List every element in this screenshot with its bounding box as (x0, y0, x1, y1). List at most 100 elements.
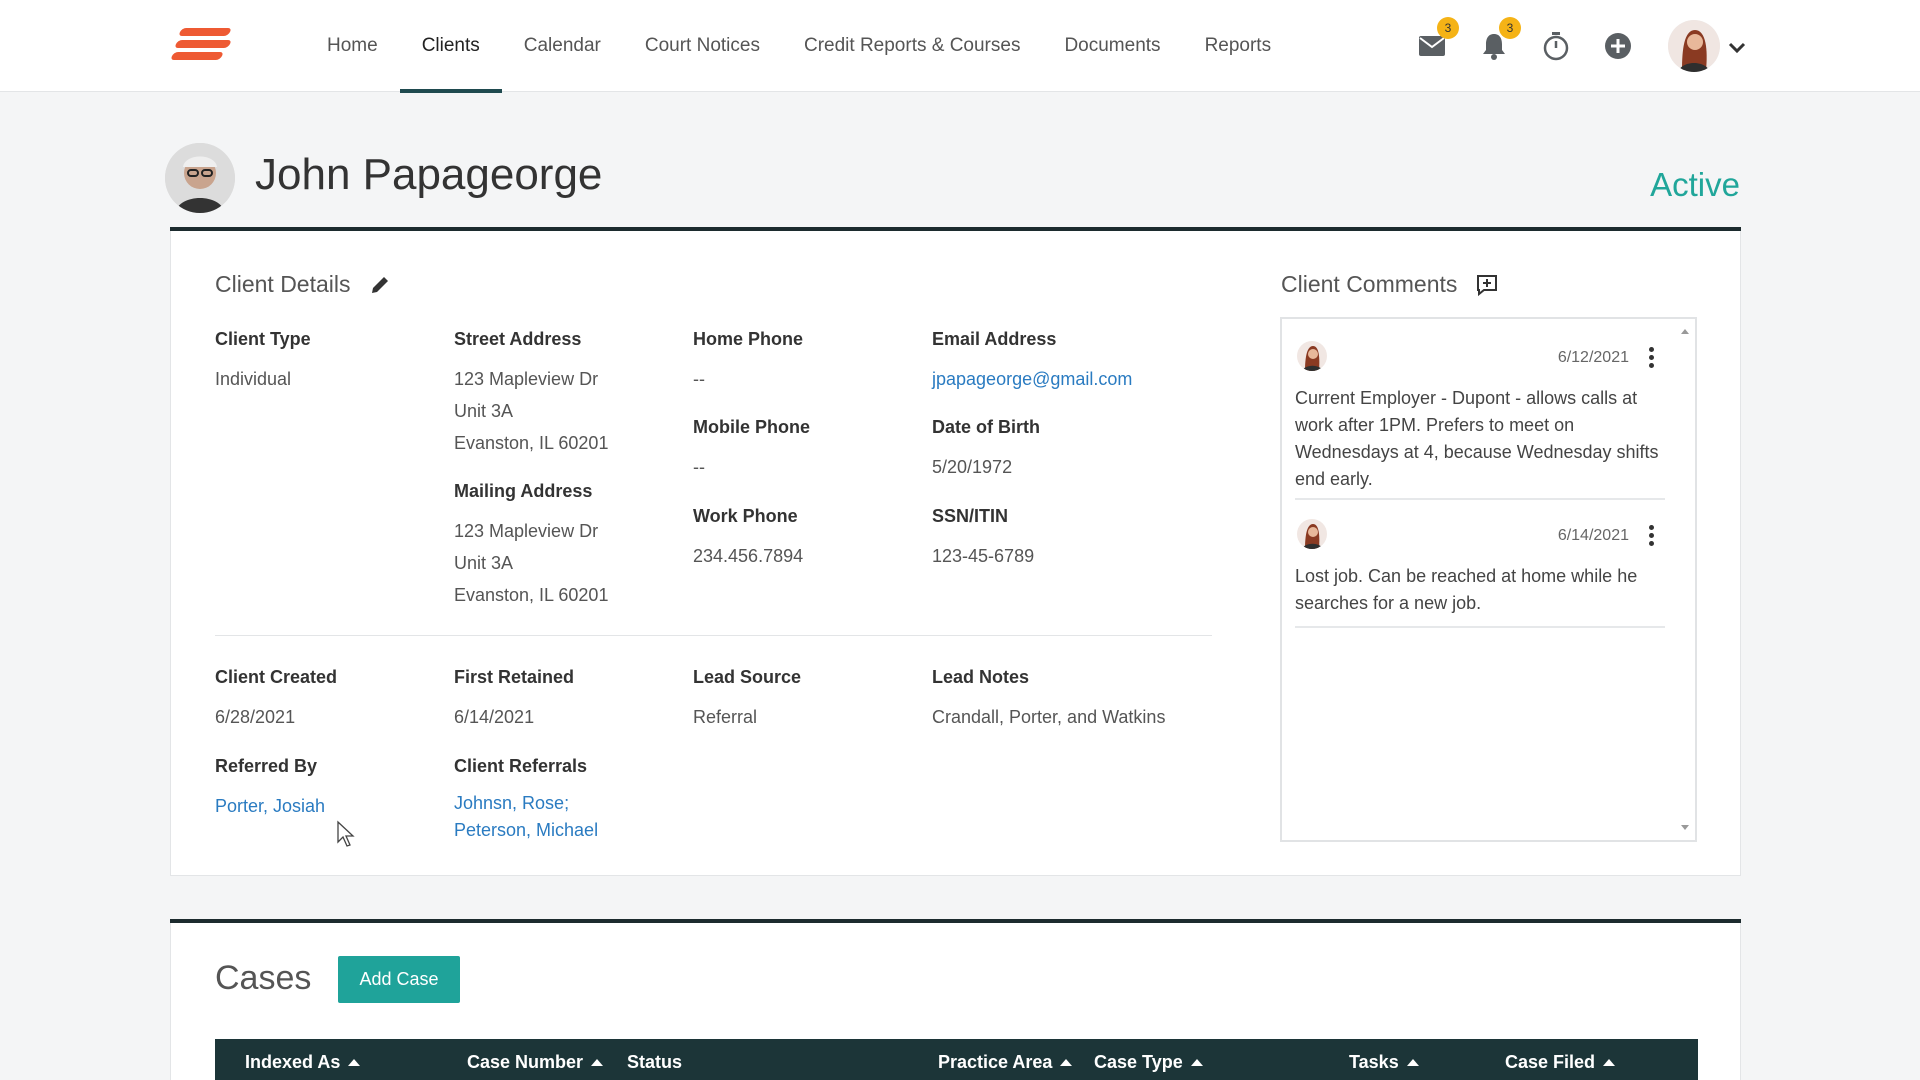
comment-item: 6/12/2021 Current Employer - Dupont - al… (1295, 341, 1665, 500)
mouse-cursor-icon (337, 820, 355, 847)
nav-clients[interactable]: Clients (399, 0, 502, 93)
first-retained-field: First Retained 6/14/2021 (454, 667, 684, 733)
client-type-value: Individual (215, 369, 292, 389)
comments-panel[interactable]: 6/12/2021 Current Employer - Dupont - al… (1280, 317, 1697, 842)
client-details-card: Client Details Client Type Individual St… (170, 231, 1741, 876)
nav-reports[interactable]: Reports (1183, 0, 1294, 92)
first-retained-label: First Retained (454, 667, 575, 687)
mailing-address-field: Mailing Address 123 Mapleview Dr Unit 3A… (454, 481, 684, 611)
client-status: Active (1650, 166, 1740, 203)
column-label: Case Type (1094, 1052, 1183, 1072)
client-created-value: 6/28/2021 (215, 707, 296, 727)
chevron-down-icon[interactable] (1722, 32, 1752, 62)
add-comment-icon[interactable] (1475, 273, 1499, 297)
add-circle-icon[interactable] (1601, 29, 1635, 63)
comment-date: 6/12/2021 (1557, 349, 1629, 366)
client-created-field: Client Created 6/28/2021 (215, 667, 445, 733)
nav-icon-group: 3 3 (1415, 0, 1635, 92)
street-address-label: Street Address (454, 329, 582, 349)
mobile-phone-value: -- (693, 457, 705, 477)
email-link[interactable]: jpapageorge@gmail.com (932, 363, 1212, 395)
lead-source-field: Lead Source Referral (693, 667, 923, 733)
client-type-field: Client Type Individual (215, 329, 445, 395)
lead-notes-value: Crandall, Porter, and Watkins (932, 707, 1166, 727)
column-label: Status (627, 1052, 683, 1072)
comment-avatar (1297, 519, 1327, 549)
nav-home[interactable]: Home (305, 0, 400, 92)
column-header-tasks[interactable]: Tasks (1349, 1052, 1419, 1073)
mailing-address-line3: Evanston, IL 60201 (454, 585, 609, 605)
comment-avatar (1297, 341, 1327, 371)
sort-asc-icon (1406, 1059, 1419, 1066)
lead-source-label: Lead Source (693, 667, 802, 687)
sort-asc-icon (1060, 1059, 1073, 1066)
mobile-phone-field: Mobile Phone -- (693, 417, 923, 483)
ssn-value: 123-45-6789 (932, 546, 1035, 566)
comment-item: 6/14/2021 Lost job. Can be reached at ho… (1295, 519, 1665, 628)
referred-by-label: Referred By (215, 756, 318, 776)
column-label: Case Filed (1505, 1052, 1596, 1072)
home-phone-label: Home Phone (693, 329, 804, 349)
add-case-button[interactable]: Add Case (338, 956, 460, 1003)
email-field: Email Address jpapageorge@gmail.com (932, 329, 1212, 395)
column-header-practice-area[interactable]: Practice Area (938, 1052, 1073, 1073)
nav-court-notices[interactable]: Court Notices (623, 0, 782, 92)
lead-source-value: Referral (693, 707, 758, 727)
email-label: Email Address (932, 329, 1057, 349)
scroll-up-arrow[interactable] (1681, 329, 1689, 334)
column-header-case-number[interactable]: Case Number (467, 1052, 604, 1073)
more-vertical-icon[interactable] (1647, 345, 1655, 371)
comment-text: Lost job. Can be reached at home while h… (1295, 566, 1638, 613)
mailing-address-line2: Unit 3A (454, 553, 514, 573)
app-logo[interactable] (169, 26, 238, 64)
client-name: John Papageorge (255, 150, 603, 199)
client-referral-link[interactable]: Peterson, Michael (454, 817, 684, 844)
nav-credit-reports-courses[interactable]: Credit Reports & Courses (782, 0, 1042, 92)
client-referrals-field: Client Referrals Johnsn, Rose; Peterson,… (454, 756, 684, 844)
first-retained-value: 6/14/2021 (454, 707, 535, 727)
work-phone-value: 234.456.7894 (693, 546, 804, 566)
client-details-heading: Client Details (215, 271, 391, 298)
cases-title: Cases (215, 959, 312, 997)
notification-bell-icon[interactable]: 3 (1477, 17, 1521, 63)
user-avatar[interactable] (1668, 20, 1720, 72)
column-label: Practice Area (938, 1052, 1053, 1072)
client-comments-heading: Client Comments (1281, 271, 1499, 298)
nav-documents[interactable]: Documents (1042, 0, 1182, 92)
more-vertical-icon[interactable] (1647, 523, 1655, 549)
cases-table-header: Indexed As Case Number Status Practice A… (215, 1039, 1698, 1080)
column-label: Tasks (1349, 1052, 1399, 1072)
lead-notes-label: Lead Notes (932, 667, 1030, 687)
sort-asc-icon (1603, 1059, 1616, 1066)
street-address-line1: 123 Mapleview Dr (454, 369, 599, 389)
details-divider (215, 635, 1212, 636)
scroll-down-arrow[interactable] (1681, 825, 1689, 830)
dob-value: 5/20/1972 (932, 457, 1013, 477)
dob-label: Date of Birth (932, 417, 1040, 437)
ssn-label: SSN/ITIN (932, 506, 1009, 526)
home-phone-value: -- (693, 369, 705, 389)
mail-badge: 3 (1437, 17, 1459, 39)
client-referrals-label: Client Referrals (454, 756, 588, 776)
work-phone-field: Work Phone 234.456.7894 (693, 506, 923, 572)
mobile-phone-label: Mobile Phone (693, 417, 810, 437)
top-navigation-bar: Home Clients Calendar Court Notices Cred… (0, 0, 1920, 93)
timer-icon[interactable] (1539, 29, 1573, 63)
sort-asc-icon (348, 1059, 361, 1066)
client-type-label: Client Type (215, 329, 311, 349)
column-header-indexed-as[interactable]: Indexed As (245, 1052, 361, 1073)
referred-by-link[interactable]: Porter, Josiah (215, 790, 445, 822)
edit-pencil-icon[interactable] (369, 274, 391, 296)
column-header-case-type[interactable]: Case Type (1094, 1052, 1203, 1073)
client-created-label: Client Created (215, 667, 338, 687)
street-address-line3: Evanston, IL 60201 (454, 433, 609, 453)
client-referral-link[interactable]: Johnsn, Rose; (454, 790, 684, 817)
main-nav: Home Clients Calendar Court Notices Cred… (305, 0, 1294, 93)
column-header-status[interactable]: Status (627, 1052, 682, 1073)
column-header-case-filed[interactable]: Case Filed (1505, 1052, 1616, 1073)
nav-calendar[interactable]: Calendar (502, 0, 623, 92)
client-details-title: Client Details (215, 271, 351, 297)
comment-date: 6/14/2021 (1557, 527, 1629, 544)
sort-asc-icon (591, 1059, 604, 1066)
mail-icon[interactable]: 3 (1415, 17, 1459, 63)
